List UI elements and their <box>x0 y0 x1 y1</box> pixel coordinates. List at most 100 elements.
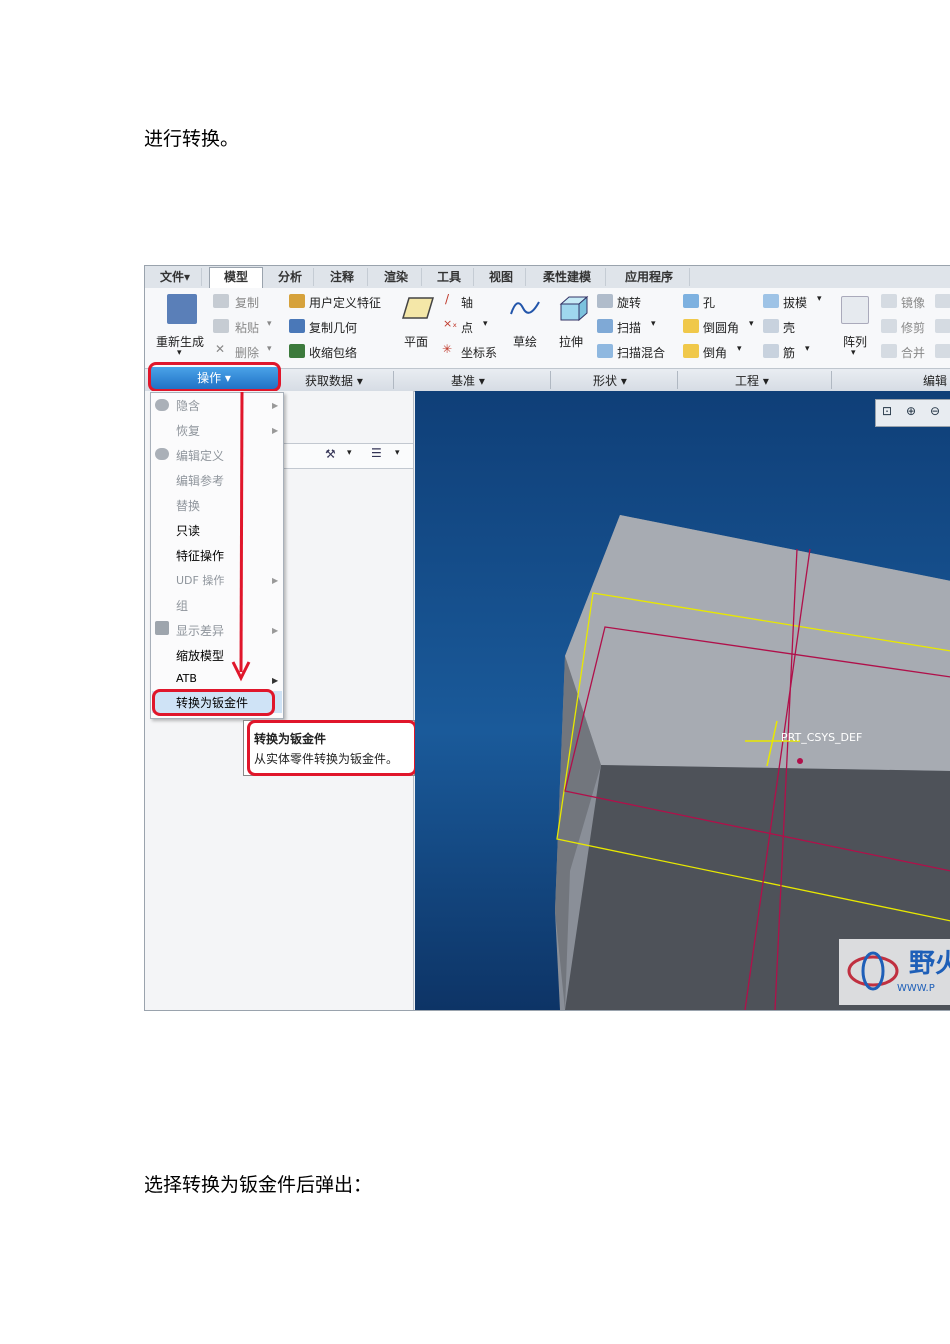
menu-item-resume[interactable]: 恢复 <box>176 422 200 439</box>
sweep-button[interactable]: 扫描 <box>617 319 641 336</box>
tab-tools[interactable]: 工具 <box>425 268 474 286</box>
extend-icon <box>935 294 950 308</box>
delete-icon: ✕ <box>215 342 226 356</box>
zoom-in-icon[interactable]: ⊕ <box>906 404 916 418</box>
chamfer-button[interactable]: 倒角 <box>703 344 727 361</box>
operations-dropdown: 隐含 ▶ 恢复 ▶ 编辑定义 编辑参考 替换 只读 特征操作 UDF 操作 ▶ … <box>150 392 284 719</box>
revolve-icon <box>597 294 613 308</box>
paragraph-top: 进行转换。 <box>144 128 240 150</box>
revolve-button[interactable]: 旋转 <box>617 294 641 311</box>
ribbon-body: 重新生成 ▾ 复制 粘贴 ▾ ✕ 删除 ▾ 用户定义特征 复制几何 收缩包络 平… <box>145 288 950 368</box>
hole-icon <box>683 294 699 308</box>
highlight-operations <box>148 362 281 392</box>
refit-icon[interactable]: ⊡ <box>882 404 892 418</box>
extrude-button[interactable]: 拉伸 <box>559 333 583 350</box>
group-shapes[interactable]: 形状 ▾ <box>593 372 627 389</box>
paste-icon <box>213 319 229 333</box>
watermark-logo-icon <box>847 951 899 991</box>
point-icon: ×ₓ <box>443 317 458 330</box>
part-model <box>555 515 950 1010</box>
pattern-icon <box>841 296 869 324</box>
tab-applications[interactable]: 应用程序 <box>609 268 690 286</box>
zoom-out-icon[interactable]: ⊖ <box>930 404 940 418</box>
menu-item-scale-model[interactable]: 缩放模型 <box>176 647 224 664</box>
merge-button[interactable]: 合并 <box>901 344 925 361</box>
shrinkwrap-icon <box>289 344 305 358</box>
offset-icon <box>935 319 950 333</box>
csys-icon: ✳ <box>442 342 453 356</box>
red-arrow <box>231 391 251 682</box>
regenerate-icon <box>167 294 197 324</box>
merge-icon <box>881 344 897 358</box>
settings-icon[interactable]: ⚒ <box>325 447 336 461</box>
graphics-viewport[interactable]: PRT_CSYS_DEF ⊡ ⊕ ⊖ 野火 WWW.P <box>415 391 950 1010</box>
axis-button[interactable]: 轴 <box>461 294 473 311</box>
rib-button[interactable]: 筋 <box>783 344 795 361</box>
paragraph-bottom: 选择转换为钣金件后弹出： <box>144 1174 373 1196</box>
shrinkwrap-button[interactable]: 收缩包络 <box>309 344 357 361</box>
csys-button[interactable]: 坐标系 <box>461 344 497 361</box>
mirror-button[interactable]: 镜像 <box>901 294 925 311</box>
menu-item-show-differences[interactable]: 显示差异 <box>176 622 224 639</box>
group-engineering[interactable]: 工程 ▾ <box>735 372 769 389</box>
paste-button[interactable]: 粘贴 <box>235 319 259 336</box>
menu-item-read-only[interactable]: 只读 <box>176 522 200 539</box>
menu-item-suppress[interactable]: 隐含 <box>176 397 200 414</box>
tab-file[interactable]: 文件▾ <box>149 268 202 286</box>
show-icon[interactable]: ☰ <box>371 446 382 460</box>
chamfer-icon <box>683 344 699 358</box>
group-editing[interactable]: 编辑 <box>923 372 947 389</box>
csys-label: PRT_CSYS_DEF <box>781 731 863 744</box>
edit-definition-icon <box>155 448 169 460</box>
axis-icon: / <box>445 292 450 306</box>
point-button[interactable]: 点 <box>461 319 473 336</box>
watermark: 野火 WWW.P <box>839 939 950 1005</box>
group-get-data[interactable]: 获取数据 ▾ <box>305 372 363 389</box>
copy-geometry-icon <box>289 319 305 333</box>
menu-item-edit-references[interactable]: 编辑参考 <box>176 472 224 489</box>
show-differences-icon <box>155 621 169 635</box>
tab-render[interactable]: 渲染 <box>371 268 422 286</box>
suppress-icon <box>155 399 169 411</box>
trim-icon <box>881 319 897 333</box>
sketch-button[interactable]: 草绘 <box>513 333 537 350</box>
watermark-text: 野火 <box>909 949 950 979</box>
round-button[interactable]: 倒圆角 <box>703 319 739 336</box>
tab-analysis[interactable]: 分析 <box>267 268 314 286</box>
draft-icon <box>763 294 779 308</box>
copy-geometry-button[interactable]: 复制几何 <box>309 319 357 336</box>
extrude-icon <box>559 295 589 322</box>
draft-button[interactable]: 拔模 <box>783 294 807 311</box>
udf-button[interactable]: 用户定义特征 <box>309 294 381 311</box>
rib-icon <box>763 344 779 358</box>
model-tree-toolbar: ⚒ ▾ ☰ ▾ <box>283 443 413 469</box>
menu-item-group[interactable]: 组 <box>176 597 188 614</box>
group-datum[interactable]: 基准 ▾ <box>451 372 485 389</box>
creo-screenshot: 文件▾ 模型 分析 注释 渲染 工具 视图 柔性建模 应用程序 重新生成 ▾ 复… <box>144 265 950 1011</box>
menu-item-feature-operations[interactable]: 特征操作 <box>176 547 224 564</box>
sweep-icon <box>597 319 613 333</box>
tab-model[interactable]: 模型 <box>209 267 263 288</box>
tab-flexible-modeling[interactable]: 柔性建模 <box>529 268 606 286</box>
highlight-convert-item <box>152 689 275 716</box>
tab-view[interactable]: 视图 <box>477 268 526 286</box>
swept-blend-button[interactable]: 扫描混合 <box>617 344 665 361</box>
menu-item-udf-operations[interactable]: UDF 操作 <box>176 572 224 588</box>
delete-button[interactable]: 删除 <box>235 344 259 361</box>
menu-item-atb[interactable]: ATB <box>176 672 197 685</box>
shell-icon <box>763 319 779 333</box>
plane-button[interactable]: 平面 <box>404 333 428 350</box>
round-icon <box>683 319 699 333</box>
swept-blend-icon <box>597 344 613 358</box>
menu-item-edit-definition[interactable]: 编辑定义 <box>176 447 224 464</box>
watermark-url: WWW.P <box>897 983 935 994</box>
tab-annotate[interactable]: 注释 <box>317 268 368 286</box>
sketch-icon <box>510 301 540 315</box>
copy-button[interactable]: 复制 <box>235 294 259 311</box>
trim-button[interactable]: 修剪 <box>901 319 925 336</box>
thicken-icon <box>935 344 950 358</box>
shell-button[interactable]: 壳 <box>783 319 795 336</box>
hole-button[interactable]: 孔 <box>703 294 715 311</box>
ribbon-tabs: 文件▾ 模型 分析 注释 渲染 工具 视图 柔性建模 应用程序 <box>145 266 950 289</box>
menu-item-replace[interactable]: 替换 <box>176 497 200 514</box>
